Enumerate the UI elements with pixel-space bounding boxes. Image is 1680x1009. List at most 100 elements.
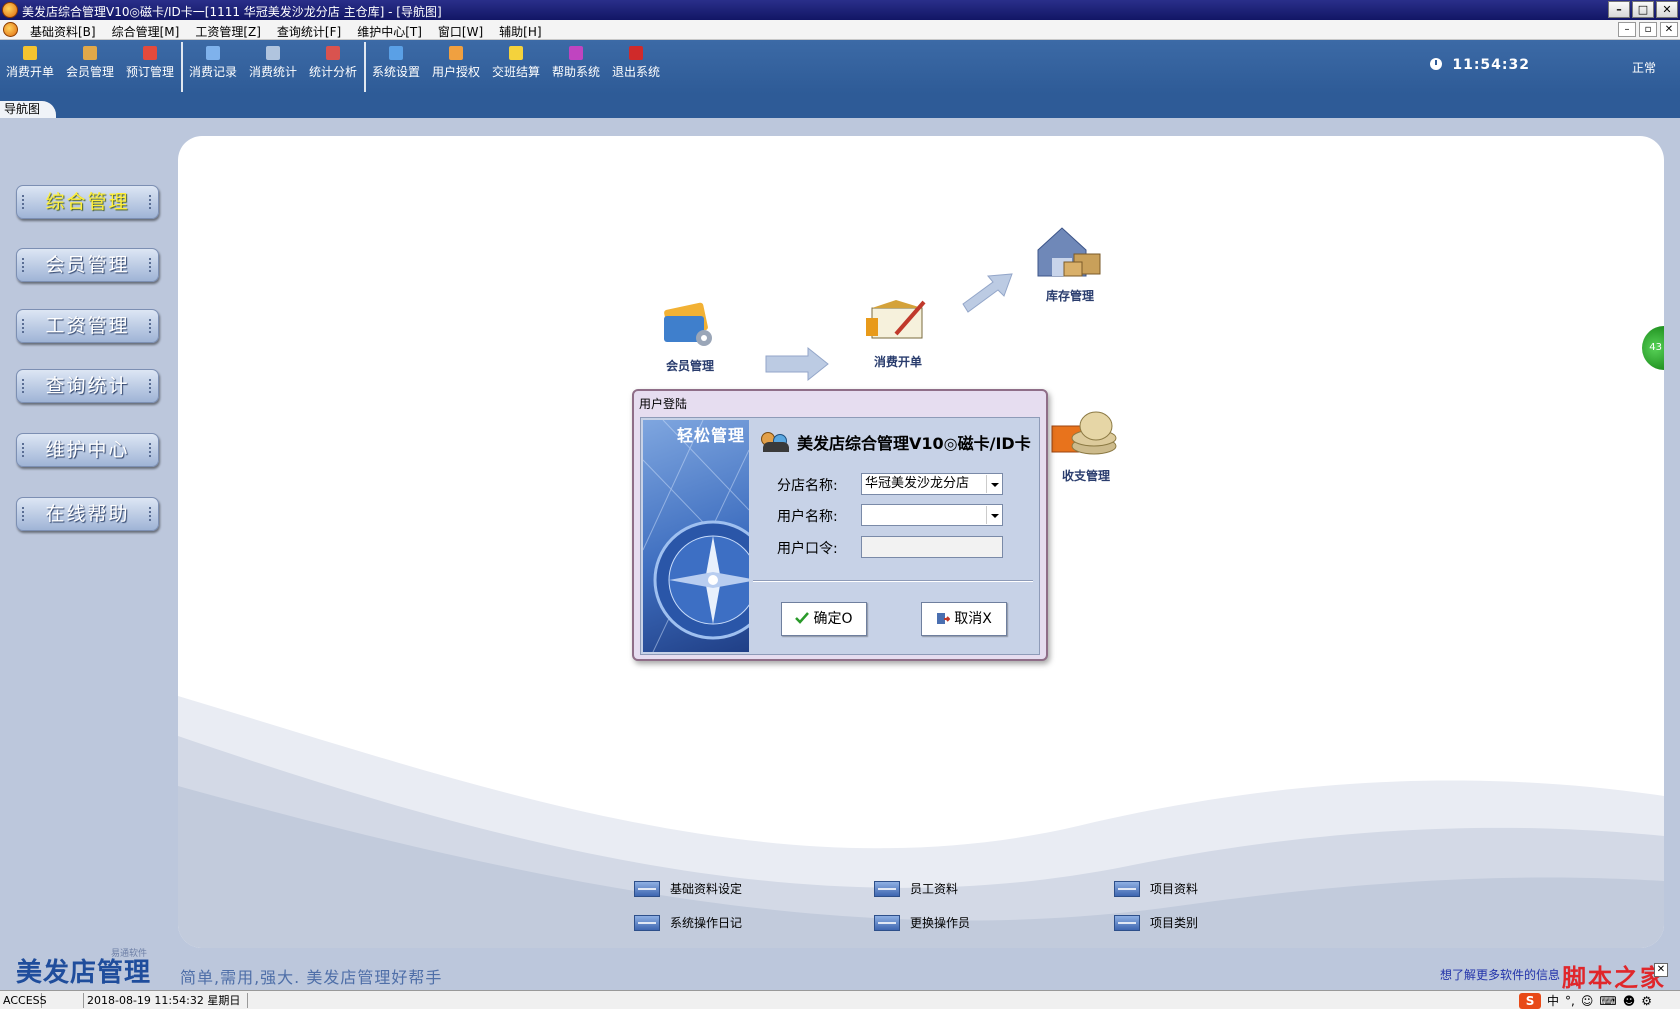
status-db: ACCESS bbox=[0, 993, 47, 1008]
toolbar-user-auth-button[interactable]: 用户授权 bbox=[426, 46, 486, 80]
menu-general-management[interactable]: 综合管理[M] bbox=[104, 23, 188, 40]
records-icon bbox=[206, 46, 220, 60]
clock-icon bbox=[1430, 58, 1443, 70]
quick-link-staff[interactable]: 员工资料 bbox=[874, 880, 958, 897]
menu-bar: 基础资料[B] 综合管理[M] 工资管理[Z] 查询统计[F] 维护中心[T] … bbox=[0, 20, 1680, 40]
tab-strip: 导航图 bbox=[0, 94, 1680, 118]
dialog-divider bbox=[753, 580, 1033, 582]
ime-punctuation[interactable]: °, bbox=[1565, 994, 1575, 1008]
quick-link-system-log[interactable]: 系统操作日记 bbox=[634, 914, 742, 931]
promo-link[interactable]: 想了解更多软件的信息 bbox=[1440, 966, 1560, 983]
status-blank bbox=[42, 993, 84, 1008]
menu-window[interactable]: 窗口[W] bbox=[430, 23, 491, 40]
booking-icon bbox=[143, 46, 157, 60]
nav-member-management[interactable]: 会员管理 bbox=[16, 248, 159, 282]
toolbar-analysis-button[interactable]: 统计分析 bbox=[303, 46, 363, 80]
quick-link-basic-settings[interactable]: 基础资料设定 bbox=[634, 880, 742, 897]
handover-icon bbox=[509, 46, 523, 60]
ime-toolbar: S 中 °, ☺ ⌨ ☻ ⚙ bbox=[1519, 992, 1652, 1009]
status-text: 正常 bbox=[1631, 61, 1656, 75]
sogou-ime-icon[interactable]: S bbox=[1519, 992, 1542, 1009]
compass-image: 轻松管理 bbox=[643, 420, 749, 652]
warehouse-icon bbox=[1037, 227, 1101, 277]
close-button[interactable]: ✕ bbox=[1656, 1, 1678, 18]
mdi-doc-icon[interactable] bbox=[3, 22, 18, 37]
menu-basic-data[interactable]: 基础资料[B] bbox=[22, 23, 104, 40]
cancel-button[interactable]: 取消X bbox=[921, 602, 1007, 636]
coins-icon bbox=[1051, 411, 1117, 455]
ime-chinese-mode[interactable]: 中 bbox=[1547, 992, 1559, 1009]
brand-slogan: 简单,需用,强大. 美发店管理好帮手 bbox=[180, 968, 443, 987]
toolbar-system-settings-button[interactable]: 系统设置 bbox=[366, 46, 426, 80]
ime-skin-icon[interactable]: ☻ bbox=[1623, 994, 1636, 1008]
check-icon bbox=[795, 612, 810, 624]
mdi-close-button[interactable]: ✕ bbox=[1660, 22, 1678, 37]
image-caption: 轻松管理 bbox=[676, 426, 745, 445]
login-dialog: 用户登陆 轻松管理 美发店综合管理V10◎磁卡/ID卡 分店名称: 华冠美发沙龙… bbox=[632, 389, 1048, 661]
exit-door-icon bbox=[937, 613, 951, 624]
menu-salary-management[interactable]: 工资管理[Z] bbox=[187, 23, 269, 40]
nav-query-statistics[interactable]: 查询统计 bbox=[16, 369, 159, 403]
maximize-button[interactable]: □ bbox=[1632, 1, 1654, 18]
ime-settings-icon[interactable]: ⚙ bbox=[1641, 994, 1652, 1008]
member-icon bbox=[83, 46, 97, 60]
exit-door-icon bbox=[629, 46, 643, 60]
ime-keyboard-icon[interactable]: ⌨ bbox=[1599, 994, 1616, 1008]
quick-link-item-categories[interactable]: 项目类别 bbox=[1114, 914, 1198, 931]
dialog-body: 轻松管理 美发店综合管理V10◎磁卡/ID卡 分店名称: 华冠美发沙龙分店 用户… bbox=[640, 417, 1040, 655]
ime-emoji-icon[interactable]: ☺ bbox=[1581, 994, 1594, 1008]
arrow-right-icon bbox=[765, 346, 829, 382]
user-select[interactable] bbox=[861, 504, 1003, 526]
compass-icon bbox=[643, 420, 749, 652]
window-list-icon bbox=[874, 914, 900, 931]
member-card-icon bbox=[664, 302, 712, 346]
toolbar-help-button[interactable]: 帮助系统 bbox=[546, 46, 606, 80]
ok-button[interactable]: 确定O bbox=[781, 602, 867, 636]
minimize-button[interactable]: – bbox=[1608, 1, 1630, 18]
nav-general-management[interactable]: 综合管理 bbox=[16, 185, 159, 219]
settings-icon bbox=[389, 46, 403, 60]
chevron-down-icon[interactable] bbox=[986, 506, 1001, 524]
toolbar-shift-settle-button[interactable]: 交班结算 bbox=[486, 46, 546, 80]
tab-navigation-map[interactable]: 导航图 bbox=[0, 101, 56, 118]
flow-member-management[interactable]: 会员管理 bbox=[662, 298, 718, 374]
clock-display: 11:54:32 bbox=[1430, 57, 1530, 73]
toolbar-consume-stats-button[interactable]: 消费统计 bbox=[243, 46, 303, 80]
toolbar-booking-button[interactable]: 预订管理 bbox=[120, 46, 180, 80]
status-datetime: 2018-08-19 11:54:32 星期日 bbox=[84, 993, 248, 1008]
password-label: 用户口令: bbox=[777, 541, 838, 557]
status-bar: ACCESS 2018-08-19 11:54:32 星期日 S 中 °, ☺ … bbox=[0, 990, 1680, 1009]
window-list-icon bbox=[634, 880, 660, 897]
window-title: 美发店综合管理V10◎磁卡/ID卡一[1111 华冠美发沙龙分店 主仓库] - … bbox=[22, 5, 442, 19]
mdi-minimize-button[interactable]: – bbox=[1618, 22, 1636, 37]
promo-close-button[interactable]: ✕ bbox=[1654, 963, 1668, 977]
branch-select[interactable]: 华冠美发沙龙分店 bbox=[861, 473, 1003, 495]
menu-maintenance[interactable]: 维护中心[T] bbox=[349, 23, 430, 40]
password-field[interactable] bbox=[861, 536, 1003, 558]
window-list-icon bbox=[1114, 880, 1140, 897]
nav-salary-management[interactable]: 工资管理 bbox=[16, 309, 159, 343]
menu-query-statistics[interactable]: 查询统计[F] bbox=[269, 23, 349, 40]
nav-maintenance-center[interactable]: 维护中心 bbox=[16, 433, 159, 467]
branch-label: 分店名称: bbox=[777, 478, 838, 494]
arrow-up-right-icon bbox=[962, 273, 1013, 313]
toolbar-member-button[interactable]: 会员管理 bbox=[60, 46, 120, 80]
brand-title: 美发店管理 bbox=[16, 958, 152, 988]
mdi-restore-button[interactable]: ▫ bbox=[1639, 22, 1657, 37]
window-list-icon bbox=[874, 880, 900, 897]
app-logo-icon[interactable] bbox=[2, 2, 18, 18]
toolbar-consume-records-button[interactable]: 消费记录 bbox=[183, 46, 243, 80]
flow-stock-management[interactable]: 库存管理 bbox=[1034, 224, 1106, 304]
quick-link-switch-operator[interactable]: 更换操作员 bbox=[874, 914, 970, 931]
brand-area: 美发店管理 易通软件 简单,需用,强大. 美发店管理好帮手 bbox=[16, 949, 441, 989]
menu-help[interactable]: 辅助[H] bbox=[491, 23, 549, 40]
help-book-icon bbox=[569, 46, 583, 60]
toolbar-exit-button[interactable]: 退出系统 bbox=[606, 46, 666, 80]
chevron-down-icon[interactable] bbox=[986, 475, 1001, 493]
flow-consume-order[interactable]: 消费开单 bbox=[866, 294, 930, 370]
flow-finance-management[interactable]: 收支管理 bbox=[1050, 408, 1122, 484]
toolbar-consume-order-button[interactable]: 消费开单 bbox=[0, 46, 60, 80]
quick-link-items[interactable]: 项目资料 bbox=[1114, 880, 1198, 897]
dialog-heading: 美发店综合管理V10◎磁卡/ID卡 bbox=[761, 430, 1039, 454]
nav-online-help[interactable]: 在线帮助 bbox=[16, 497, 159, 531]
